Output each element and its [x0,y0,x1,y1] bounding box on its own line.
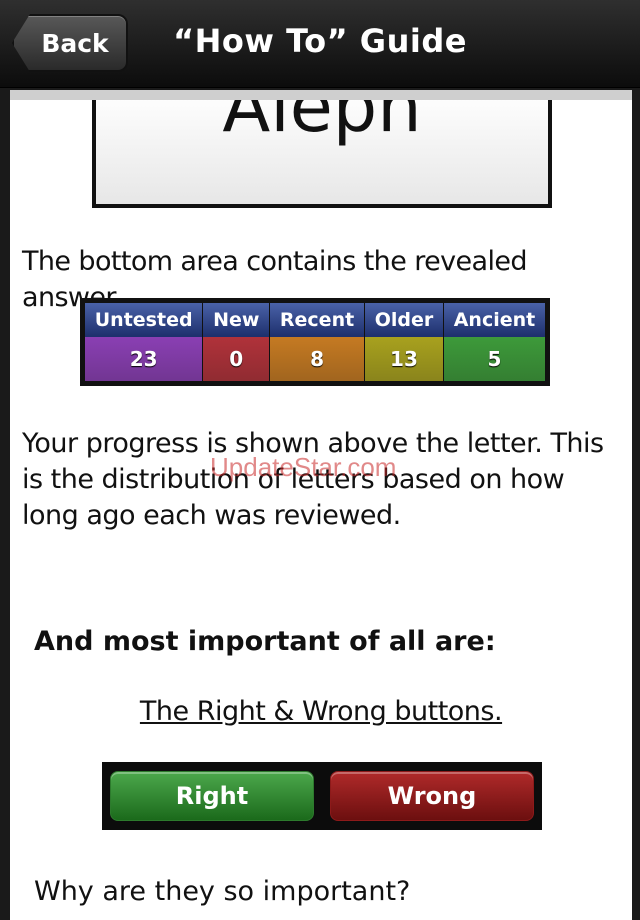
section-heading: And most important of all are: [34,626,496,657]
watermark: UpdateStar.com [210,452,397,482]
guide-content[interactable]: Aleph The bottom area contains the revea… [10,90,632,920]
progress-column-untested: Untested 23 [85,303,204,381]
wrong-button[interactable]: Wrong [330,771,534,821]
progress-label: Untested [85,303,203,337]
question-text: Why are they so important? [34,876,411,907]
progress-label: Older [364,303,443,337]
progress-column-recent: Recent 8 [270,303,365,381]
progress-value: 0 [203,337,270,381]
progress-value: 8 [270,337,364,381]
progress-column-new: New 0 [203,303,271,381]
progress-bar: Untested 23 New 0 Recent 8 Older 13 Anci… [80,298,550,386]
letter-card: Aleph [92,90,552,208]
progress-value: 23 [85,337,203,381]
buttons-link[interactable]: The Right & Wrong buttons. [10,696,632,727]
progress-label: Recent [270,303,364,337]
back-button[interactable]: Back [12,14,128,72]
navigation-bar: Back “How To” Guide [0,0,640,88]
progress-column-older: Older 13 [364,303,444,381]
progress-value: 13 [364,337,443,381]
progress-label: New [203,303,270,337]
letter-card-text: Aleph [222,90,422,148]
answer-buttons: Right Wrong [102,762,542,830]
right-button[interactable]: Right [110,771,314,821]
progress-column-ancient: Ancient 5 [443,303,545,381]
progress-value: 5 [443,337,545,381]
progress-label: Ancient [443,303,545,337]
page-title: “How To” Guide [173,22,467,60]
